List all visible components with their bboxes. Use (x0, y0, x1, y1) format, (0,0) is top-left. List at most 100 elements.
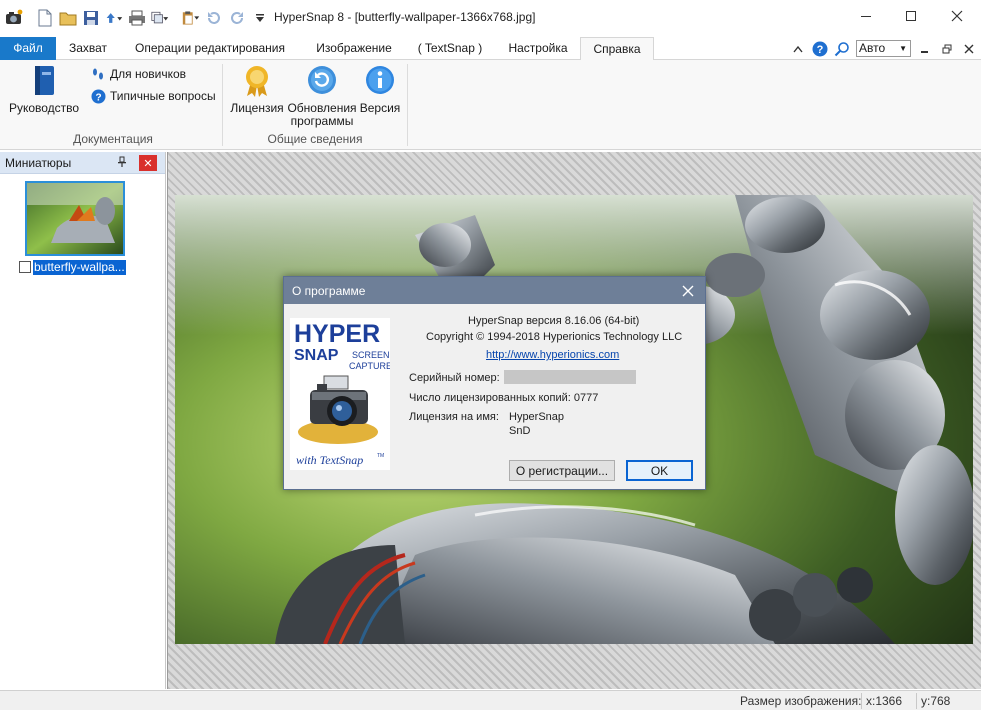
doc-close-button[interactable] (961, 41, 977, 57)
close-icon (964, 44, 974, 53)
about-group-label: Общие сведения (267, 132, 363, 146)
registration-button[interactable]: О регистрации... (509, 460, 615, 481)
copy-icon[interactable] (151, 9, 169, 27)
logo-tm-text: TM (377, 453, 384, 459)
licensee-name-2: SnD (509, 425, 531, 437)
doc-restore-button[interactable] (939, 41, 955, 57)
tab-settings[interactable]: Настройка (496, 37, 580, 60)
footprints-icon (93, 68, 103, 79)
open-folder-icon[interactable] (59, 9, 77, 27)
pin-icon[interactable] (115, 155, 129, 169)
manual-button[interactable]: Руководство (8, 64, 80, 115)
updates-label-2: программы (290, 114, 354, 128)
zoom-value: Авто (859, 41, 886, 55)
ribbon-options-arrow-icon[interactable] (790, 41, 806, 57)
licensee-label: Лицензия на имя: (409, 411, 499, 423)
status-divider (916, 693, 917, 709)
search-icon[interactable] (834, 41, 850, 57)
tab-file[interactable]: Файл (0, 37, 56, 60)
thumbnails-panel: Миниатюры ✕ butterfly-wallpa... (0, 152, 166, 689)
version-label: Версия (359, 101, 401, 115)
website-link[interactable]: http://www.hyperionics.com (486, 349, 619, 361)
zoom-select[interactable]: Авто ▼ (856, 40, 911, 57)
update-icon (308, 66, 336, 94)
logo-with-text: with TextSnap (296, 453, 363, 467)
restore-icon (942, 44, 952, 53)
hypersnap-logo-icon[interactable] (5, 9, 23, 27)
tab-edit[interactable]: Операции редактирования (126, 37, 294, 60)
minimize-icon (861, 16, 871, 17)
logo-capture-text: CAPTURE (349, 361, 390, 371)
redo-icon[interactable] (228, 9, 246, 27)
save-icon[interactable] (82, 9, 100, 27)
copyright-text: Copyright © 1994-2018 Hyperionics Techno… (426, 331, 683, 343)
licensee-name-1: HyperSnap (509, 411, 565, 423)
faq-label: Типичные вопросы (110, 89, 216, 103)
paste-icon[interactable] (182, 9, 200, 27)
chevron-down-icon: ▼ (899, 44, 907, 53)
svg-text:?: ? (95, 92, 101, 103)
hypersnap-logo: HYPER SNAP SCREEN CAPTURE with TextSnap … (290, 318, 392, 470)
ribbon-right-controls: ? Авто ▼ (790, 37, 977, 60)
ribbon-separator (222, 64, 223, 146)
image-height-value: y:768 (921, 694, 951, 708)
tab-capture[interactable]: Захват (58, 37, 118, 60)
thumbnail-caption[interactable]: butterfly-wallpa... (33, 260, 126, 275)
tab-textsnap[interactable]: ( TextSnap ) (410, 37, 490, 60)
manual-label: Руководство (8, 101, 80, 115)
thumbnails-title: Миниатюры (5, 155, 72, 170)
faq-button[interactable]: ? Типичные вопросы (91, 87, 216, 105)
doc-minimize-button[interactable] (917, 41, 933, 57)
dialog-title: О программе (292, 283, 366, 298)
close-icon (682, 285, 694, 297)
maximize-icon (906, 11, 916, 21)
tab-help[interactable]: Справка (580, 37, 654, 61)
ribbon-separator (407, 64, 408, 146)
version-button[interactable]: Версия (358, 64, 402, 115)
tab-image[interactable]: Изображение (304, 37, 404, 60)
svg-text:?: ? (817, 44, 824, 56)
close-icon[interactable]: ✕ (139, 155, 157, 171)
version-text: HyperSnap версия 8.16.06 (64-bit) (468, 315, 640, 327)
dialog-close-button[interactable] (679, 282, 697, 300)
customize-arrow-icon[interactable] (251, 9, 269, 27)
new-file-icon[interactable] (36, 9, 54, 27)
copies-text: Число лицензированных копий: 0777 (409, 392, 599, 404)
about-dialog: О программе HYPER SNAP SCREEN CAPTURE wi… (283, 276, 706, 490)
updates-label-1: Обновления (287, 101, 357, 115)
image-size-label: Размер изображения: (740, 694, 862, 708)
award-ribbon-icon (246, 66, 268, 97)
thumbnails-header: Миниатюры ✕ (0, 152, 165, 174)
license-button[interactable]: Лицензия (228, 64, 286, 115)
book-icon (35, 66, 54, 95)
beginners-button[interactable]: Для новичков (91, 65, 186, 83)
help-icon[interactable]: ? (812, 41, 828, 57)
beginners-label: Для новичков (110, 67, 187, 81)
close-icon (951, 10, 963, 22)
logo-hyper-text: HYPER (294, 320, 380, 348)
serial-field (504, 370, 636, 384)
docs-group-label: Документация (73, 132, 153, 146)
undo-icon[interactable] (205, 9, 223, 27)
dialog-titlebar: О программе (284, 277, 705, 304)
maximize-button[interactable] (888, 0, 934, 32)
minimize-button[interactable] (843, 0, 889, 32)
ribbon-panel: Руководство Для новичков ? Типичные вопр… (0, 60, 981, 150)
thumbnail-checkbox[interactable] (19, 261, 31, 273)
ok-button[interactable]: OK (626, 460, 693, 481)
print-icon[interactable] (128, 9, 146, 27)
logo-screen-text: SCREEN (352, 350, 390, 360)
serial-label: Серийный номер: (409, 372, 500, 384)
image-width-value: x:1366 (866, 694, 903, 708)
close-button[interactable] (934, 0, 980, 32)
status-bar: Размер изображения: x:1366 y:768 (0, 690, 981, 710)
window-title: HyperSnap 8 - [butterfly-wallpaper-1366x… (274, 10, 536, 24)
updates-button[interactable]: Обновления программы (287, 64, 357, 128)
thumbnail-image[interactable] (25, 181, 125, 256)
info-icon (366, 66, 394, 94)
license-label: Лицензия (230, 101, 284, 115)
minimize-icon (921, 50, 928, 53)
title-bar: HyperSnap 8 - [butterfly-wallpaper-1366x… (0, 0, 981, 36)
upload-icon[interactable] (105, 9, 123, 27)
question-icon: ? (91, 89, 106, 103)
